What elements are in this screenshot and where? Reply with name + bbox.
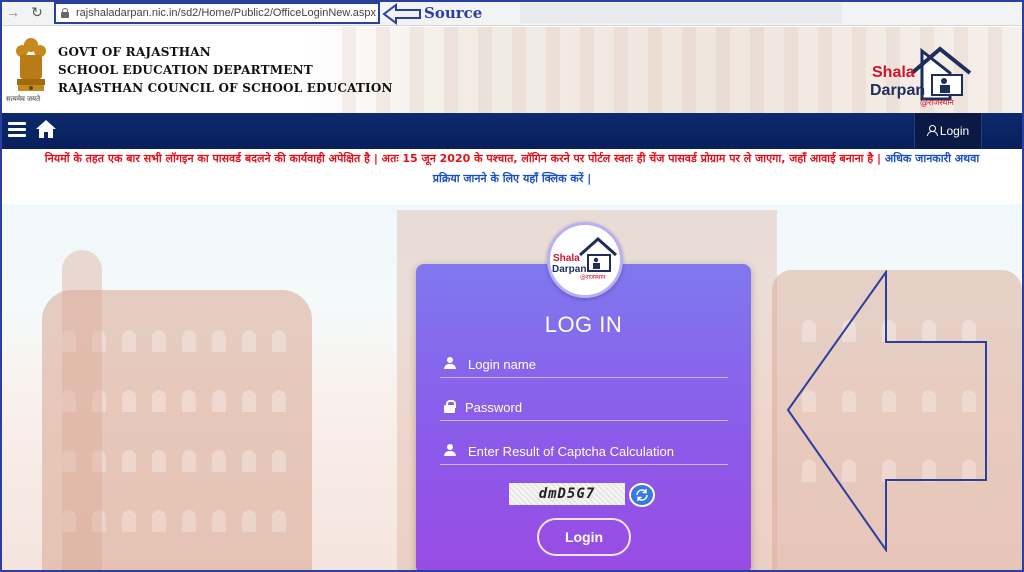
back-arrow-icon[interactable]: → bbox=[4, 3, 22, 21]
nav-login-label: Login bbox=[939, 124, 970, 138]
site-header: सत्यमेव जयते GOVT OF RAJASTHAN SCHOOL ED… bbox=[2, 27, 1022, 113]
address-bar[interactable]: rajshaladarpan.nic.in/sd2/Home/Public2/O… bbox=[54, 2, 380, 24]
captcha-image: dmD5G7 bbox=[509, 483, 625, 505]
source-annotation: Source bbox=[424, 4, 483, 22]
user-outline-icon bbox=[926, 125, 938, 136]
login-title: LOG IN bbox=[544, 312, 623, 337]
card-logo: Shala Darpan @राजस्थान bbox=[547, 222, 623, 298]
reload-icon[interactable]: ↻ bbox=[28, 3, 46, 21]
shala-darpan-card-logo: Shala Darpan @राजस्थान bbox=[552, 236, 617, 281]
lock-icon bbox=[61, 8, 69, 18]
lock-icon bbox=[444, 400, 456, 413]
header-line-department: SCHOOL EDUCATION DEPARTMENT bbox=[58, 63, 313, 77]
left-arrow-annotation-icon bbox=[382, 3, 421, 25]
notice-line-1: नियमों के तहत एक बार सभी लॉगइन का पासवर्… bbox=[2, 149, 1022, 169]
shala-darpan-logo[interactable]: Shala Darpan @राजस्थान bbox=[866, 45, 978, 107]
captcha-field bbox=[440, 439, 728, 465]
login-name-input[interactable] bbox=[468, 352, 726, 376]
login-submit-button[interactable]: Login bbox=[537, 518, 631, 556]
notice-red-text: नियमों के तहत एक बार सभी लॉगइन का पासवर्… bbox=[44, 152, 882, 165]
header-line-govt: GOVT OF RAJASTHAN bbox=[58, 45, 211, 59]
top-navbar: Login bbox=[2, 113, 1022, 149]
home-icon[interactable] bbox=[35, 119, 57, 139]
header-titles: GOVT OF RAJASTHAN SCHOOL EDUCATION DEPAR… bbox=[58, 43, 393, 97]
header-line-council: RAJASTHAN COUNCIL OF SCHOOL EDUCATION bbox=[58, 81, 393, 95]
pointer-arrow-annotation-icon bbox=[786, 270, 987, 552]
logo-word-shala: Shala bbox=[872, 64, 915, 81]
user-icon bbox=[444, 444, 456, 457]
notice-link-a[interactable]: अधिक जानकारी अथवा bbox=[885, 152, 979, 165]
user-icon bbox=[444, 357, 456, 370]
card-logo-word-shala: Shala bbox=[553, 253, 580, 264]
password-field bbox=[440, 395, 728, 421]
nav-login-button[interactable]: Login bbox=[914, 113, 982, 149]
password-input[interactable] bbox=[465, 395, 723, 419]
refresh-icon bbox=[636, 489, 648, 501]
login-name-field bbox=[440, 352, 728, 378]
notice-banner: नियमों के तहत एक बार सभी लॉगइन का पासवर्… bbox=[2, 149, 1022, 193]
captcha-input[interactable] bbox=[468, 439, 726, 463]
card-logo-tag: @राजस्थान bbox=[580, 274, 606, 281]
address-url: rajshaladarpan.nic.in/sd2/Home/Public2/O… bbox=[76, 7, 377, 19]
hamburger-icon[interactable] bbox=[8, 122, 26, 138]
captcha-refresh-button[interactable] bbox=[629, 483, 655, 507]
state-emblem-icon bbox=[16, 38, 46, 91]
palace-tower-bg bbox=[62, 250, 102, 570]
toolbar-spacer bbox=[520, 3, 842, 23]
logo-tag: @राजस्थान bbox=[920, 98, 954, 107]
browser-toolbar: → ↻ rajshaladarpan.nic.in/sd2/Home/Publi… bbox=[0, 0, 1024, 26]
login-card: LOG IN dmD5G7 Login bbox=[416, 264, 751, 572]
emblem-caption: सत्यमेव जयते bbox=[6, 96, 41, 103]
notice-link-b[interactable]: प्रक्रिया जानने के लिए यहाँ क्लिक करें | bbox=[433, 172, 591, 185]
logo-word-darpan: Darpan bbox=[870, 82, 925, 99]
